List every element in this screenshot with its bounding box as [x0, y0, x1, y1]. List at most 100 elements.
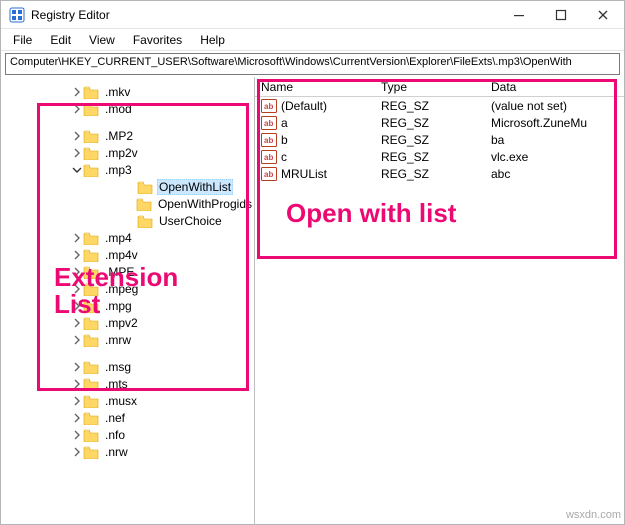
- tree-item[interactable]: .musx: [71, 392, 254, 409]
- regedit-icon: [9, 7, 25, 23]
- tree-item[interactable]: .nef: [71, 409, 254, 426]
- string-value-icon: [261, 133, 277, 147]
- tree-item[interactable]: .mkv: [71, 83, 254, 100]
- expand-toggle[interactable]: [71, 130, 83, 142]
- value-row[interactable]: cREG_SZvlc.exe: [255, 148, 624, 165]
- expand-toggle[interactable]: [71, 412, 83, 424]
- folder-icon: [137, 180, 153, 194]
- tree-item[interactable]: .nfo: [71, 426, 254, 443]
- expand-toggle[interactable]: [71, 300, 83, 312]
- expand-toggle[interactable]: [71, 429, 83, 441]
- annotation-right-label: Open with list: [286, 200, 456, 227]
- window-title: Registry Editor: [31, 8, 498, 22]
- tree-label: .mpv2: [103, 316, 140, 330]
- expand-toggle[interactable]: [71, 232, 83, 244]
- value-row[interactable]: bREG_SZba: [255, 131, 624, 148]
- tree-item[interactable]: .mpg: [71, 297, 254, 314]
- folder-icon: [83, 85, 99, 99]
- value-name: MRUList: [281, 167, 375, 181]
- tree-item[interactable]: .mod: [71, 100, 254, 117]
- value-name: (Default): [281, 99, 375, 113]
- expand-toggle[interactable]: [71, 446, 83, 458]
- expand-toggle[interactable]: [71, 395, 83, 407]
- tree-item[interactable]: .msg: [71, 358, 254, 375]
- expand-toggle[interactable]: [71, 266, 83, 278]
- tree-item[interactable]: .mp2v: [71, 144, 254, 161]
- minimize-icon: [513, 9, 525, 21]
- tree-label: UserChoice: [157, 214, 224, 228]
- folder-icon: [83, 299, 99, 313]
- folder-icon: [83, 146, 99, 160]
- expand-toggle[interactable]: [71, 164, 83, 176]
- list-header: Name Type Data: [255, 77, 624, 97]
- tree-item[interactable]: UserChoice: [125, 212, 254, 229]
- tree-item[interactable]: .mp3: [71, 161, 254, 178]
- tree-item[interactable]: .MPE: [71, 263, 254, 280]
- value-row[interactable]: MRUListREG_SZabc: [255, 165, 624, 182]
- maximize-button[interactable]: [540, 1, 582, 29]
- tree-item[interactable]: .mts: [71, 375, 254, 392]
- list-pane[interactable]: Name Type Data (Default)REG_SZ(value not…: [255, 77, 624, 524]
- menu-view[interactable]: View: [81, 31, 123, 49]
- tree-item[interactable]: .mp4: [71, 229, 254, 246]
- tree-label: .MPE: [103, 265, 136, 279]
- expand-toggle[interactable]: [71, 361, 83, 373]
- folder-icon: [83, 360, 99, 374]
- expand-toggle[interactable]: [71, 378, 83, 390]
- menu-favorites[interactable]: Favorites: [125, 31, 190, 49]
- tree-item[interactable]: OpenWithList: [125, 178, 254, 195]
- tree-item[interactable]: .mpeg: [71, 280, 254, 297]
- tree-label: .mpeg: [103, 282, 140, 296]
- minimize-button[interactable]: [498, 1, 540, 29]
- menu-edit[interactable]: Edit: [42, 31, 79, 49]
- value-row[interactable]: (Default)REG_SZ(value not set): [255, 97, 624, 114]
- tree-label: .mp2v: [103, 146, 140, 160]
- tree-label: .mpg: [103, 299, 134, 313]
- tree-item[interactable]: .mp4v: [71, 246, 254, 263]
- tree-item[interactable]: .MP2: [71, 127, 254, 144]
- address-bar[interactable]: Computer\HKEY_CURRENT_USER\Software\Micr…: [5, 53, 620, 75]
- tree-label: OpenWithList: [157, 179, 233, 195]
- menu-help[interactable]: Help: [192, 31, 233, 49]
- folder-icon: [83, 445, 99, 459]
- column-name[interactable]: Name: [255, 78, 375, 96]
- value-type: REG_SZ: [375, 167, 485, 181]
- tree-pane[interactable]: .mkv.mod .MP2 .mp2v.mp3OpenWithList OpenWit…: [1, 77, 255, 524]
- close-icon: [597, 9, 609, 21]
- string-value-icon: [261, 116, 277, 130]
- expand-toggle[interactable]: [71, 249, 83, 261]
- tree-label: .nrw: [103, 445, 130, 459]
- tree-label: OpenWithProgids: [156, 197, 254, 211]
- close-button[interactable]: [582, 1, 624, 29]
- value-data: vlc.exe: [485, 150, 624, 164]
- folder-icon: [83, 394, 99, 408]
- watermark: wsxdn.com: [566, 509, 621, 521]
- value-data: (value not set): [485, 99, 624, 113]
- string-value-icon: [261, 99, 277, 113]
- value-row[interactable]: aREG_SZMicrosoft.ZuneMu: [255, 114, 624, 131]
- titlebar[interactable]: Registry Editor: [1, 1, 624, 29]
- column-data[interactable]: Data: [485, 78, 624, 96]
- expand-toggle[interactable]: [71, 334, 83, 346]
- string-value-icon: [261, 150, 277, 164]
- menu-file[interactable]: File: [5, 31, 40, 49]
- folder-icon: [83, 129, 99, 143]
- tree-item[interactable]: .nrw: [71, 443, 254, 460]
- folder-icon: [83, 377, 99, 391]
- expand-toggle[interactable]: [71, 147, 83, 159]
- tree-item[interactable]: .mrw: [71, 331, 254, 348]
- tree-label: .mkv: [103, 85, 132, 99]
- tree-item[interactable]: .mpv2: [71, 314, 254, 331]
- value-name: c: [281, 150, 375, 164]
- expand-toggle[interactable]: [71, 317, 83, 329]
- tree-item[interactable]: OpenWithProgids: [125, 195, 254, 212]
- column-type[interactable]: Type: [375, 78, 485, 96]
- menubar: File Edit View Favorites Help: [1, 29, 624, 51]
- folder-icon: [83, 316, 99, 330]
- expand-toggle[interactable]: [71, 103, 83, 115]
- value-data: abc: [485, 167, 624, 181]
- expand-toggle[interactable]: [71, 283, 83, 295]
- tree-label: .mp4v: [103, 248, 140, 262]
- expand-toggle[interactable]: [71, 86, 83, 98]
- value-data: ba: [485, 133, 624, 147]
